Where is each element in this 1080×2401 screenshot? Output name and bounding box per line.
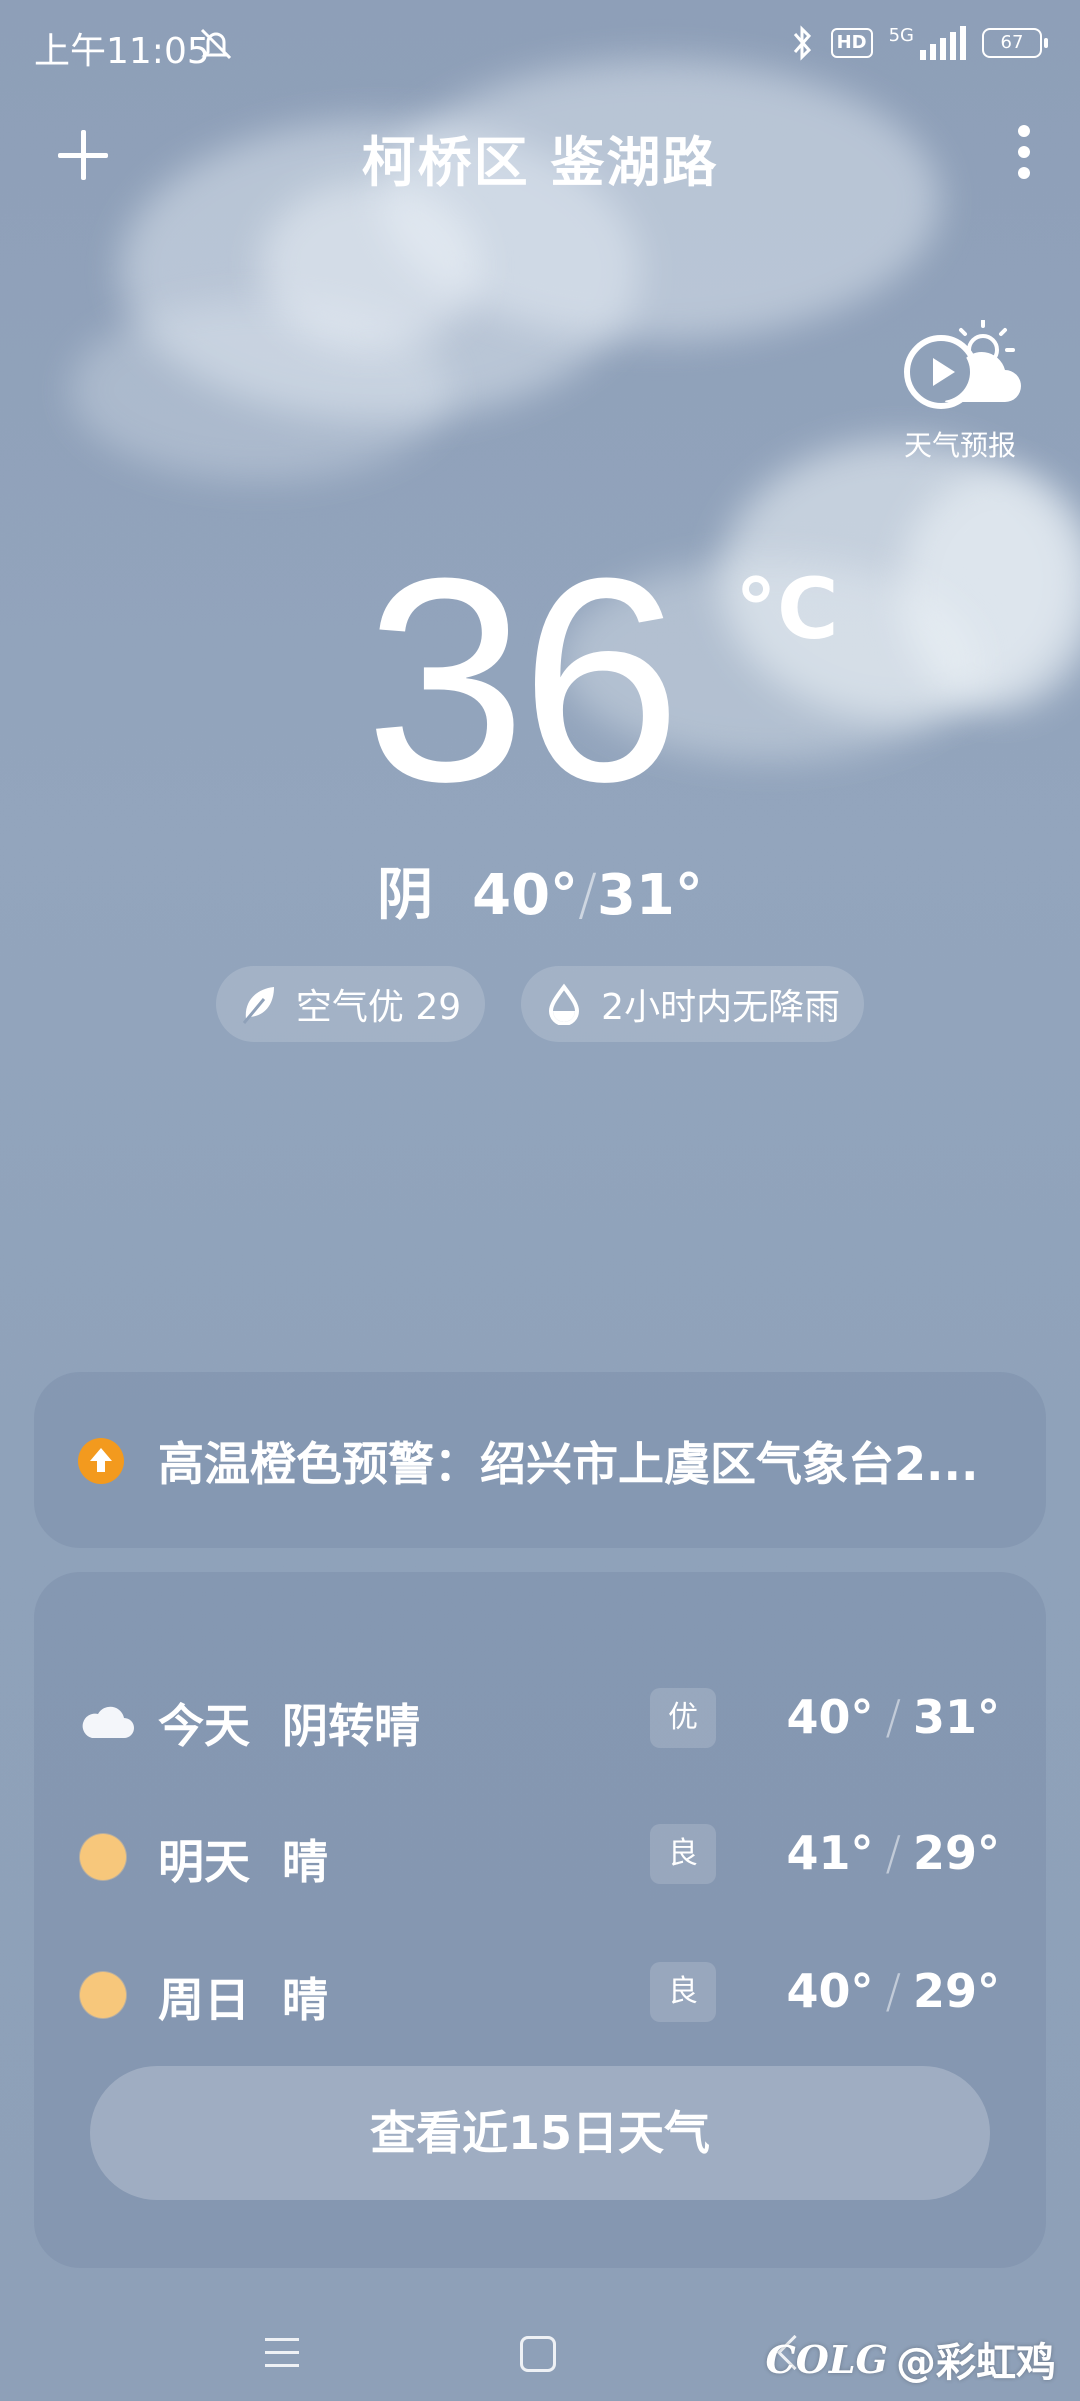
aqi-badge: 良	[650, 1962, 716, 2022]
aqi-badge: 优	[650, 1688, 716, 1748]
cloud-icon	[80, 1698, 136, 1748]
aqi-badge: 良	[650, 1824, 716, 1884]
forecast-row-today[interactable]: 今天 阴转晴 优 40°/31°	[34, 1678, 1046, 1758]
air-quality-chip[interactable]: 空气优 29	[215, 966, 486, 1042]
condition-text: 阴	[377, 863, 434, 928]
view-15-day-button[interactable]: 查看近15日天气	[90, 2066, 990, 2200]
status-time: 上午11:05	[34, 31, 210, 72]
watermark-user: @彩虹鸡	[896, 2340, 1056, 2386]
today-high: 40°	[472, 863, 579, 928]
watermark-logo: COLG	[765, 2336, 888, 2382]
mute-icon	[200, 28, 232, 60]
warning-arrow-icon	[78, 1438, 124, 1484]
current-condition: 阴 40°/31°	[0, 850, 1080, 931]
raindrop-icon	[549, 983, 580, 1025]
home-icon[interactable]	[520, 2336, 556, 2372]
forecast-video-button[interactable]: 天气预报	[890, 319, 1030, 464]
battery-icon: 67	[982, 28, 1048, 58]
watermark: COLG @彩虹鸡	[765, 2330, 1056, 2388]
forecast-day: 明天 晴	[158, 1835, 329, 1889]
network-type: 5G	[888, 24, 914, 46]
hd-badge: HD	[830, 28, 873, 58]
more-options-icon[interactable]	[1018, 125, 1030, 183]
air-quality-text: 空气优 29	[295, 987, 462, 1028]
status-bar: 上午11:05 HD 5G 67	[0, 0, 1080, 90]
recent-apps-icon[interactable]	[265, 2338, 299, 2377]
alert-text: 高温橙色预警：绍兴市上虞区气象台2...	[158, 1437, 979, 1491]
bluetooth-icon	[793, 25, 811, 61]
temperature-unit: °C	[735, 560, 839, 658]
background-cloud	[260, 180, 480, 350]
weather-alert-card[interactable]: 高温橙色预警：绍兴市上虞区气象台2...	[34, 1372, 1046, 1548]
signal-icon	[920, 26, 966, 60]
daily-forecast-card: 今天 阴转晴 优 40°/31° 明天 晴 良 41°/29° 周日 晴 良 4…	[34, 1572, 1046, 2268]
forecast-temps: 40°/29°	[786, 1964, 1000, 2018]
leaf-icon	[242, 987, 274, 1024]
forecast-temps: 41°/29°	[786, 1826, 1000, 1880]
forecast-day: 周日 晴	[158, 1973, 329, 2027]
today-low: 31°	[596, 863, 703, 928]
forecast-day: 今天 阴转晴	[158, 1699, 421, 1753]
forecast-row-sunday[interactable]: 周日 晴 良 40°/29°	[34, 1952, 1046, 2032]
current-temperature: 36	[365, 518, 682, 842]
forecast-video-icon	[904, 319, 1021, 409]
rain-chip[interactable]: 2小时内无降雨	[521, 966, 865, 1042]
forecast-video-label: 天气预报	[903, 429, 1016, 462]
forecast-temps: 40°/31°	[786, 1690, 1000, 1744]
sun-icon	[80, 1972, 126, 2018]
rain-text: 2小时内无降雨	[601, 987, 841, 1028]
sun-icon	[80, 1834, 126, 1880]
forecast-row-tomorrow[interactable]: 明天 晴 良 41°/29°	[34, 1814, 1046, 1894]
separator: /	[578, 863, 597, 928]
location-title: 柯桥区 鉴湖路	[361, 131, 719, 194]
